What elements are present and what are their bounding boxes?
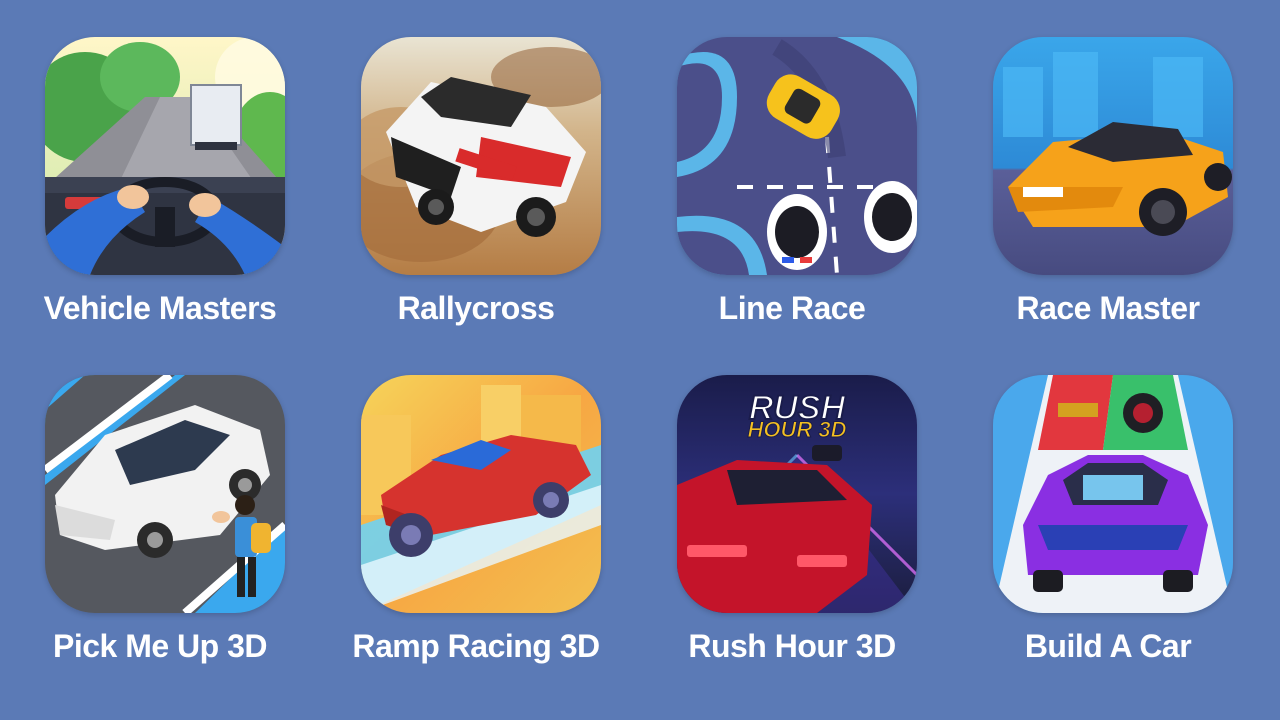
app-label-race-master[interactable]: Race Master: [958, 290, 1258, 327]
build-a-car-app-icon[interactable]: [993, 375, 1233, 613]
app-tile-line-race[interactable]: Line Race: [662, 37, 922, 357]
app-label-pick-me-up-3d[interactable]: Pick Me Up 3D: [10, 628, 310, 665]
app-tile-build-a-car[interactable]: Build A Car: [978, 375, 1238, 695]
race-master-app-icon[interactable]: [993, 37, 1233, 275]
app-tile-rallycross[interactable]: Rallycross: [346, 37, 606, 357]
app-grid: Vehicle Masters Rallycross Line Race Rac…: [0, 0, 1280, 720]
ramp-racing-3d-app-icon[interactable]: [361, 375, 601, 613]
pick-me-up-3d-app-icon[interactable]: [45, 375, 285, 613]
app-label-vehicle-masters[interactable]: Vehicle Masters: [10, 290, 310, 327]
app-tile-pick-me-up-3d[interactable]: Pick Me Up 3D: [30, 375, 290, 695]
app-label-build-a-car[interactable]: Build A Car: [958, 628, 1258, 665]
rush-hour-3d-app-icon[interactable]: RUSH HOUR 3D: [677, 375, 917, 613]
rallycross-app-icon[interactable]: [361, 37, 601, 275]
vehicle-masters-app-icon[interactable]: [45, 37, 285, 275]
app-label-ramp-racing-3d[interactable]: Ramp Racing 3D: [326, 628, 626, 665]
rush-hour-logo-line2: HOUR 3D: [747, 417, 846, 442]
app-label-rallycross[interactable]: Rallycross: [326, 290, 626, 327]
app-tile-rush-hour-3d[interactable]: RUSH HOUR 3D Rush Hour 3D: [662, 375, 922, 695]
line-race-app-icon[interactable]: [677, 37, 917, 275]
app-tile-ramp-racing-3d[interactable]: Ramp Racing 3D: [346, 375, 606, 695]
app-tile-vehicle-masters[interactable]: Vehicle Masters: [30, 37, 290, 357]
app-tile-race-master[interactable]: Race Master: [978, 37, 1238, 357]
app-label-rush-hour-3d[interactable]: Rush Hour 3D: [642, 628, 942, 665]
app-label-line-race[interactable]: Line Race: [642, 290, 942, 327]
